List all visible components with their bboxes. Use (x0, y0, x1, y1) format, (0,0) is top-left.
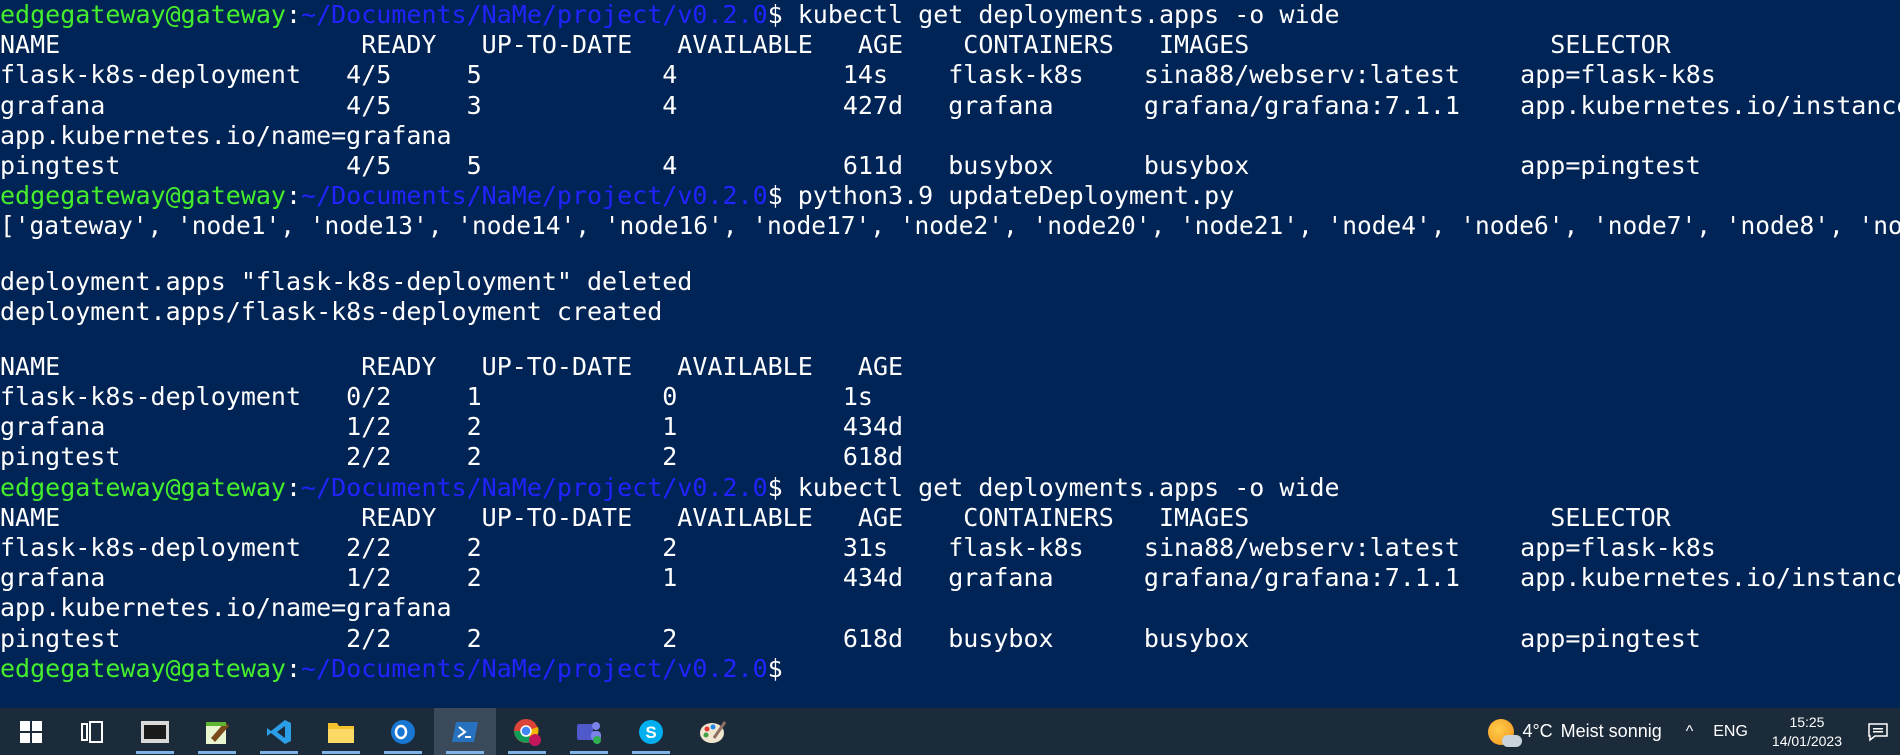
prompt-symbol: $ (767, 653, 783, 683)
prompt-line: edgegateway@gateway:~/Documents/NaMe/pro… (0, 472, 1340, 502)
task-view-icon[interactable] (62, 708, 124, 755)
output-line: pingtest 2/2 2 2 618d busybox busybox ap… (0, 623, 1701, 653)
terminal-window[interactable]: edgegateway@gateway:~/Documents/NaMe/pro… (0, 0, 1900, 708)
clock[interactable]: 15:25 14/01/2023 (1758, 713, 1856, 751)
prompt-path: ~/Documents/NaMe/project/v0.2.0 (301, 653, 768, 683)
prompt-path: ~/Documents/NaMe/project/v0.2.0 (301, 181, 768, 211)
skype-app-icon[interactable]: S (620, 708, 682, 755)
prompt-line: edgegateway@gateway:~/Documents/NaMe/pro… (0, 0, 1340, 29)
clock-date: 14/01/2023 (1771, 732, 1842, 749)
prompt-symbol: $ (767, 181, 783, 211)
taskbar: S 4°C Meist sonnig ^ ENG 15:25 14/01/202… (0, 708, 1900, 755)
language-indicator[interactable]: ENG (1703, 723, 1758, 741)
output-line: grafana 1/2 2 1 434d (0, 412, 904, 442)
weather-temp: 4°C (1522, 721, 1553, 741)
prompt-path: ~/Documents/NaMe/project/v0.2.0 (301, 472, 768, 502)
svg-text:S: S (645, 723, 656, 742)
powershell-app-icon[interactable] (434, 708, 496, 755)
prompt-path: ~/Documents/NaMe/project/v0.2.0 (301, 0, 768, 29)
output-line: flask-k8s-deployment 2/2 2 2 31s flask-k… (0, 533, 1716, 562)
terminal-app-icon[interactable] (124, 708, 186, 755)
clock-time: 15:25 (1789, 713, 1825, 730)
output-line: app.kubernetes.io/name=grafana (0, 120, 452, 150)
command-text: kubectl get deployments.apps -o wide (782, 472, 1340, 502)
prompt-user: edgegateway@gateway (0, 653, 286, 683)
paint-app-icon[interactable] (682, 708, 744, 755)
weather-desc: Meist sonnig (1560, 721, 1662, 741)
prompt-line: edgegateway@gateway:~/Documents/NaMe/pro… (0, 181, 1235, 211)
output-line: pingtest 4/5 5 4 611d busybox busybox ap… (0, 150, 1701, 180)
output-line: app.kubernetes.io/name=grafana (0, 593, 452, 623)
system-tray: 4°C Meist sonnig ^ ENG 15:25 14/01/2023 (1488, 708, 1900, 755)
output-line: NAME READY UP-TO-DATE AVAILABLE AGE CONT… (0, 30, 1671, 60)
output-line: pingtest 2/2 2 2 618d (0, 442, 904, 472)
file-explorer-icon[interactable] (310, 708, 372, 755)
prompt-user: edgegateway@gateway (0, 181, 286, 211)
partly-sunny-icon (1488, 718, 1523, 747)
prompt-symbol: $ (767, 0, 783, 29)
output-line: deployment.apps "flask-k8s-deployment" d… (0, 266, 693, 296)
output-line: NAME READY UP-TO-DATE AVAILABLE AGE CONT… (0, 502, 1671, 532)
output-line: grafana 1/2 2 1 434d grafana grafana/gra… (0, 563, 1900, 593)
prompt-symbol: $ (767, 472, 783, 502)
output-line: flask-k8s-deployment 0/2 1 0 1s (0, 382, 873, 412)
notification-icon[interactable] (1856, 708, 1900, 755)
command-text: python3.9 updateDeployment.py (782, 181, 1235, 211)
output-line: grafana 4/5 3 4 427d grafana grafana/gra… (0, 90, 1900, 120)
weather-widget[interactable]: 4°C Meist sonnig (1488, 718, 1675, 747)
vscode-app-icon[interactable] (248, 708, 310, 755)
prompt-line[interactable]: edgegateway@gateway:~/Documents/NaMe/pro… (0, 654, 1900, 684)
outlook-app-icon[interactable] (372, 708, 434, 755)
start-icon[interactable] (0, 708, 62, 755)
command-text: kubectl get deployments.apps -o wide (782, 0, 1340, 29)
chevron-up-icon[interactable]: ^ (1676, 723, 1704, 741)
prompt-user: edgegateway@gateway (0, 472, 286, 502)
output-line: flask-k8s-deployment 4/5 5 4 14s flask-k… (0, 60, 1716, 90)
chrome-app-icon[interactable] (496, 708, 558, 755)
notepad-app-icon[interactable] (186, 708, 248, 755)
output-line: ['gateway', 'node1', 'node13', 'node14',… (0, 211, 1900, 241)
prompt-user: edgegateway@gateway (0, 0, 286, 29)
output-line: NAME READY UP-TO-DATE AVAILABLE AGE (0, 351, 904, 381)
teams-app-icon[interactable] (558, 708, 620, 755)
output-line: deployment.apps/flask-k8s-deployment cre… (0, 296, 663, 326)
